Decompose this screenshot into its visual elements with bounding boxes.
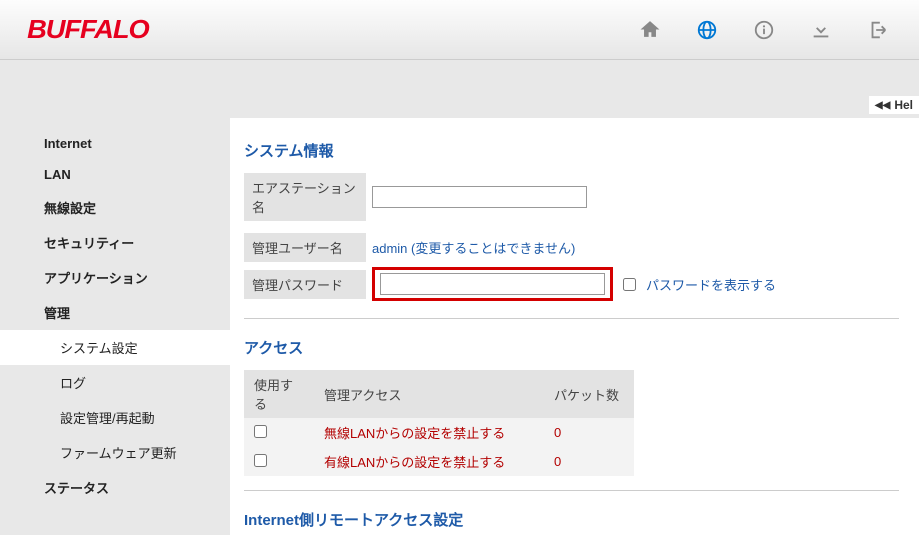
header: BUFFALO: [0, 0, 919, 60]
table-row: 有線LANからの設定を禁止する 0: [244, 447, 634, 476]
logout-icon[interactable]: [867, 19, 889, 41]
home-icon[interactable]: [639, 19, 661, 41]
airstation-label: エアステーション名: [244, 173, 366, 221]
airstation-name-input[interactable]: [372, 186, 587, 208]
nav-status[interactable]: ステータス: [0, 470, 230, 505]
access-row0-count: 0: [544, 418, 634, 447]
admin-user-label: 管理ユーザー名: [244, 233, 366, 262]
header-icons: [639, 19, 889, 41]
subheader: ◀◀ Hel: [0, 60, 919, 118]
access-row1-count: 0: [544, 447, 634, 476]
access-row0-checkbox[interactable]: [254, 425, 267, 438]
admin-password-input[interactable]: [380, 273, 605, 295]
remote-title: Internet側リモートアクセス設定: [244, 509, 899, 530]
main-panel: システム情報 エアステーション名 管理ユーザー名 admin (変更することはで…: [230, 118, 919, 535]
access-row1-label[interactable]: 有線LANからの設定を禁止する: [314, 447, 544, 476]
nav-wireless[interactable]: 無線設定: [0, 190, 230, 225]
show-password-label: パスワードを表示する: [646, 275, 776, 294]
admin-pw-row: 管理パスワード パスワードを表示する: [244, 264, 899, 304]
logo: BUFFALO: [27, 14, 149, 45]
nav-system-settings[interactable]: システム設定: [0, 330, 230, 365]
access-section: アクセス 使用する 管理アクセス パケット数 無線LANからの設定を禁止する 0…: [244, 337, 899, 476]
admin-pw-label: 管理パスワード: [244, 270, 366, 299]
password-highlight-box: [372, 267, 613, 301]
admin-user-row: 管理ユーザー名 admin (変更することはできません): [244, 233, 899, 262]
nav-firmware-update[interactable]: ファームウェア更新: [0, 435, 230, 470]
admin-user-value: admin (変更することはできません): [372, 238, 575, 257]
info-icon[interactable]: [753, 19, 775, 41]
col-access: 管理アクセス: [314, 370, 544, 418]
nav-security[interactable]: セキュリティー: [0, 225, 230, 260]
table-row: 無線LANからの設定を禁止する 0: [244, 418, 634, 447]
system-info-title: システム情報: [244, 140, 899, 161]
nav-application[interactable]: アプリケーション: [0, 260, 230, 295]
airstation-row: エアステーション名: [244, 173, 899, 221]
nav-config-restart[interactable]: 設定管理/再起動: [0, 400, 230, 435]
nav-internet[interactable]: Internet: [0, 128, 230, 159]
divider: [244, 318, 899, 319]
access-row1-checkbox[interactable]: [254, 454, 267, 467]
nav-management[interactable]: 管理: [0, 295, 230, 330]
nav-log[interactable]: ログ: [0, 365, 230, 400]
col-use: 使用する: [244, 370, 314, 418]
sidebar: Internet LAN 無線設定 セキュリティー アプリケーション 管理 シス…: [0, 118, 230, 535]
content-area: Internet LAN 無線設定 セキュリティー アプリケーション 管理 シス…: [0, 118, 919, 535]
access-title: アクセス: [244, 337, 899, 358]
download-icon[interactable]: [810, 19, 832, 41]
col-packets: パケット数: [544, 370, 634, 418]
nav-lan[interactable]: LAN: [0, 159, 230, 190]
help-label: Hel: [894, 98, 913, 112]
globe-icon[interactable]: [696, 19, 718, 41]
divider: [244, 490, 899, 491]
system-info-section: システム情報 エアステーション名 管理ユーザー名 admin (変更することはで…: [244, 140, 899, 304]
access-row0-label[interactable]: 無線LANからの設定を禁止する: [314, 418, 544, 447]
help-bar[interactable]: ◀◀ Hel: [869, 96, 919, 114]
remote-section: Internet側リモートアクセス設定 使用する 管理アクセス: [244, 509, 899, 535]
triangle-left-icon: ◀◀: [875, 100, 890, 111]
access-table: 使用する 管理アクセス パケット数 無線LANからの設定を禁止する 0 有線LA…: [244, 370, 634, 476]
show-password-checkbox[interactable]: [623, 278, 636, 291]
